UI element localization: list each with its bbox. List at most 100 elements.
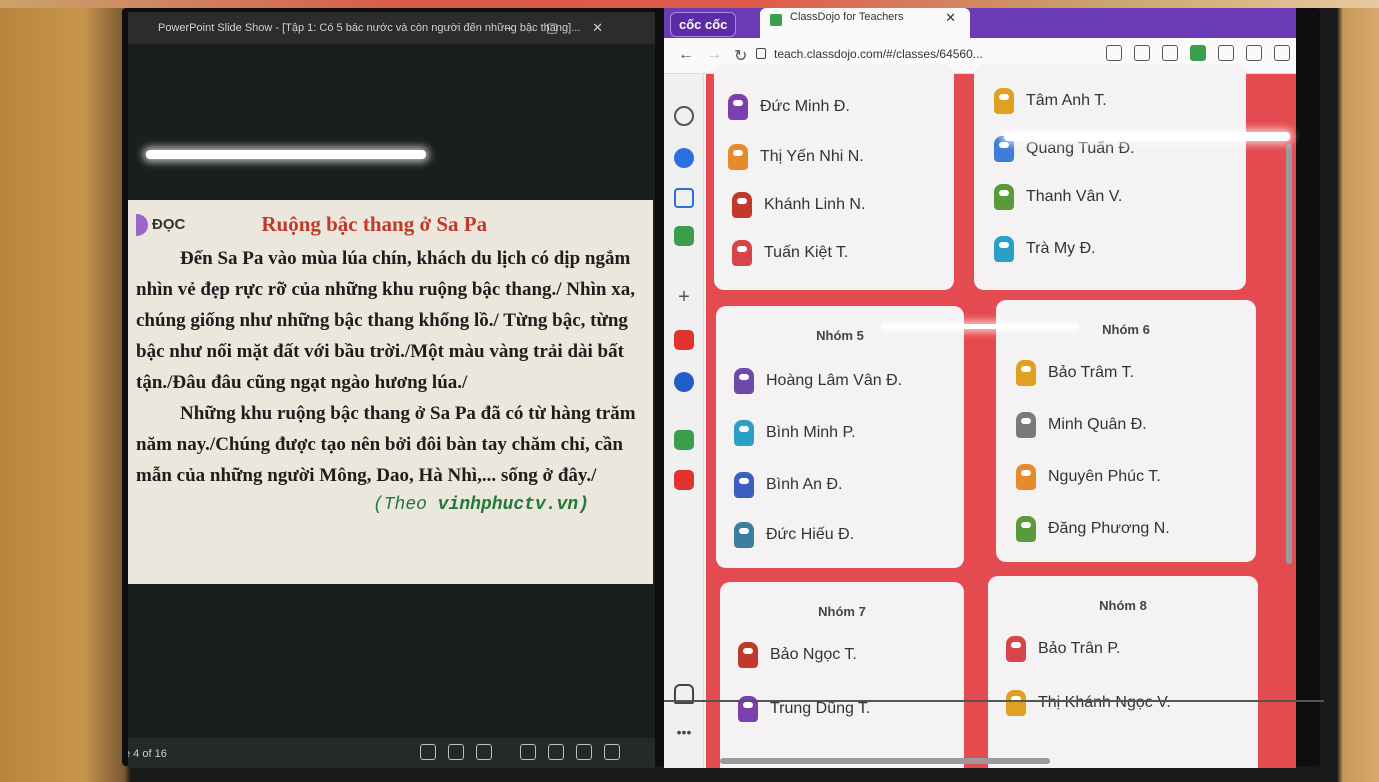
classdojo-groups: Đức Minh Đ. Thị Yến Nhi N. Khánh Linh N.… — [706, 64, 1296, 768]
more-icon[interactable]: ••• — [674, 724, 694, 744]
student-name: Bình Minh P. — [766, 424, 856, 441]
student-row[interactable]: Tâm Anh T. — [994, 88, 1107, 114]
zalo-icon[interactable] — [674, 430, 694, 450]
group-card-nhom-8[interactable]: Nhóm 8 Bảo Trân P. Thị Khánh Ngọc V. — [988, 576, 1258, 768]
student-row[interactable]: Bảo Ngọc T. — [738, 642, 857, 668]
notes-icon[interactable] — [674, 188, 694, 208]
monster-avatar-icon — [734, 420, 754, 446]
student-row[interactable]: Thị Khánh Ngọc V. — [1006, 690, 1171, 716]
monster-avatar-icon — [1016, 360, 1036, 386]
add-icon[interactable]: + — [674, 287, 694, 308]
student-name: Trung Dũng T. — [770, 700, 871, 717]
forward-icon[interactable]: → — [706, 46, 722, 64]
student-name: Thị Yến Nhi N. — [760, 148, 864, 165]
student-name: Bình An Đ. — [766, 476, 843, 493]
student-name: Tâm Anh T. — [1026, 92, 1107, 109]
student-row[interactable]: Thanh Vân V. — [994, 184, 1122, 210]
student-row[interactable]: Minh Quân Đ. — [1016, 412, 1147, 438]
slideshow-view-icon[interactable] — [604, 744, 620, 760]
source-site: vinhphuctv.vn) — [437, 495, 589, 515]
student-name: Bảo Ngọc T. — [770, 646, 857, 663]
student-row[interactable]: Đức Minh Đ. — [728, 94, 850, 120]
student-name: Bảo Trân P. — [1038, 640, 1121, 657]
extension-download-icon[interactable] — [1190, 45, 1206, 61]
doc-tag-label: ĐỌC — [152, 216, 186, 233]
url-text: teach.classdojo.com/#/classes/64560... — [774, 47, 983, 61]
student-row[interactable]: Đức Hiếu Đ. — [734, 522, 854, 548]
group-name: Nhóm 7 — [818, 604, 866, 619]
student-row[interactable]: Thị Yến Nhi N. — [728, 144, 864, 170]
glare-reflection — [146, 150, 426, 159]
student-row[interactable]: Trà My Đ. — [994, 236, 1096, 262]
student-row[interactable]: Bảo Trâm T. — [1016, 360, 1134, 386]
group-card-nhom-6[interactable]: Nhóm 6 Bảo Trâm T. Minh Quân Đ. Nguyên P… — [996, 300, 1256, 562]
history-icon[interactable] — [674, 106, 694, 126]
doc-tag: ĐỌC — [136, 213, 186, 236]
facebook-icon[interactable] — [674, 372, 694, 392]
back-icon[interactable]: ← — [678, 46, 694, 64]
student-name: Đức Minh Đ. — [760, 98, 850, 115]
student-row[interactable]: Khánh Linh N. — [732, 192, 865, 218]
reload-icon[interactable]: ↻ — [734, 46, 747, 66]
student-row[interactable]: Bình Minh P. — [734, 420, 856, 446]
horizontal-scrollbar[interactable] — [720, 758, 1050, 764]
tab-classdojo[interactable]: ClassDojo for Teachers ✕ — [760, 8, 970, 38]
close-tab-icon[interactable]: ✕ — [945, 10, 956, 26]
toolbar-icons — [1106, 45, 1290, 61]
student-row[interactable]: Bảo Trân P. — [1006, 636, 1120, 662]
student-row[interactable]: Hoàng Lâm Vân Đ. — [734, 368, 902, 394]
group-card-nhom-7[interactable]: Nhóm 7 Bảo Ngọc T. Trung Dũng T. — [720, 582, 964, 768]
source-prefix: (Theo — [372, 495, 427, 515]
shield-icon[interactable] — [1162, 45, 1178, 61]
puzzle-icon[interactable] — [1218, 45, 1234, 61]
monster-avatar-icon — [734, 472, 754, 498]
monster-avatar-icon — [738, 642, 758, 668]
monster-avatar-icon — [994, 236, 1014, 262]
top-strip — [0, 0, 1379, 8]
monster-avatar-icon — [732, 240, 752, 266]
youtube-icon[interactable] — [674, 330, 694, 350]
student-name: Trà My Đ. — [1026, 240, 1096, 257]
messenger-icon[interactable] — [674, 148, 694, 168]
next-slide-icon[interactable] — [476, 744, 492, 760]
room-right-edge — [1319, 0, 1379, 782]
student-name: Minh Quân Đ. — [1048, 416, 1147, 433]
monster-avatar-icon — [734, 368, 754, 394]
slide-content: ĐỌC Ruộng bậc thang ở Sa Pa Đến Sa Pa và… — [128, 200, 653, 584]
normal-view-icon[interactable] — [520, 744, 536, 760]
classdojo-favicon-icon — [770, 14, 782, 26]
group-name: Nhóm 5 — [816, 328, 864, 343]
tab-label: ClassDojo for Teachers — [790, 11, 904, 23]
bookmark-star-icon[interactable] — [1134, 45, 1150, 61]
student-name: Bảo Trâm T. — [1048, 364, 1134, 381]
shop-icon[interactable] — [674, 470, 694, 490]
url-field[interactable]: teach.classdojo.com/#/classes/64560... — [756, 47, 983, 61]
prev-slide-icon[interactable] — [420, 744, 436, 760]
browser-brand-tab[interactable]: cốc cốc — [670, 12, 737, 37]
group-name: Nhóm 8 — [1099, 598, 1147, 613]
student-row[interactable]: Nguyên Phúc T. — [1016, 464, 1161, 490]
vertical-scrollbar[interactable] — [1286, 144, 1292, 564]
menu-icon[interactable] — [448, 744, 464, 760]
game-icon[interactable] — [674, 226, 694, 246]
group-card[interactable]: Tâm Anh T. Quang Tuấn Đ. Thanh Vân V. Tr… — [974, 64, 1246, 290]
slideshow-controls — [420, 744, 620, 760]
student-row[interactable]: Tuấn Kiệt T. — [732, 240, 849, 266]
reading-view-icon[interactable] — [576, 744, 592, 760]
slide-sorter-icon[interactable] — [548, 744, 564, 760]
student-name: Hoàng Lâm Vân Đ. — [766, 372, 903, 389]
download-icon[interactable] — [1274, 45, 1290, 61]
lock-icon — [756, 48, 766, 59]
group-card[interactable]: Đức Minh Đ. Thị Yến Nhi N. Khánh Linh N.… — [714, 64, 954, 290]
share-icon[interactable] — [1106, 45, 1122, 61]
paragraph-2: Những khu ruộng bậc thang ở Sa Pa đã có … — [136, 403, 636, 486]
window-controls[interactable]: –▢✕ — [505, 20, 637, 36]
profile-icon[interactable] — [1246, 45, 1262, 61]
student-name: Tuấn Kiệt T. — [764, 244, 849, 261]
student-row[interactable]: Bình An Đ. — [734, 472, 843, 498]
student-row[interactable]: Đăng Phương N. — [1016, 516, 1170, 542]
student-name: Nguyên Phúc T. — [1048, 468, 1161, 485]
student-name: Đăng Phương N. — [1048, 520, 1170, 537]
tab-bar: cốc cốc ClassDojo for Teachers ✕ — [664, 8, 1296, 38]
group-card-nhom-5[interactable]: Nhóm 5 Hoàng Lâm Vân Đ. Bình Minh P. Bìn… — [716, 306, 964, 568]
